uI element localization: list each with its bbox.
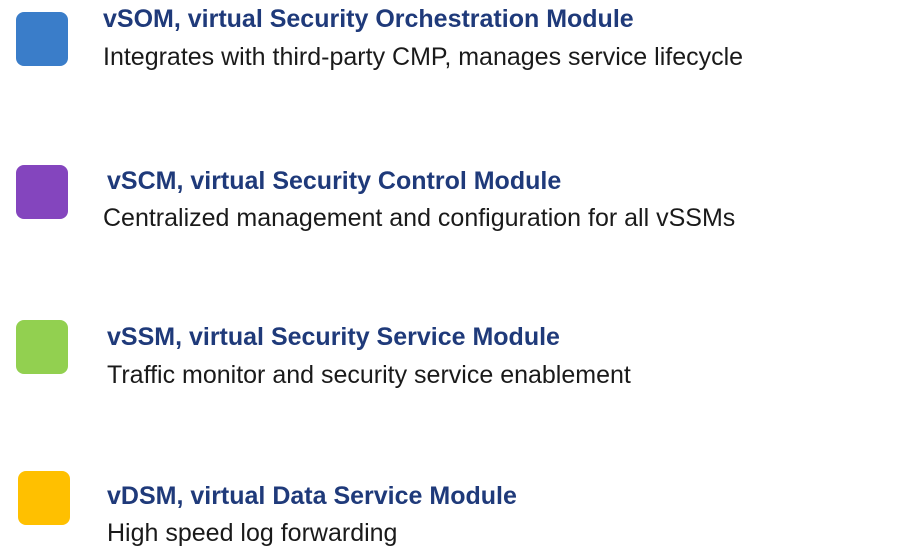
- color-swatch-yellow: [18, 471, 70, 525]
- module-description: Integrates with third-party CMP, manages…: [103, 43, 744, 71]
- color-swatch-blue: [16, 12, 68, 66]
- module-title: vSCM, virtual Security Control Module: [107, 167, 562, 195]
- module-title: vDSM, virtual Data Service Module: [107, 482, 517, 510]
- module-description: High speed log forwarding: [107, 519, 398, 547]
- module-title: vSOM, virtual Security Orchestration Mod…: [103, 5, 634, 33]
- module-description: Centralized management and configuration…: [103, 204, 736, 232]
- color-swatch-purple: [16, 165, 68, 219]
- color-swatch-green: [16, 320, 68, 374]
- module-title: vSSM, virtual Security Service Module: [107, 323, 560, 351]
- module-description: Traffic monitor and security service ena…: [107, 361, 631, 389]
